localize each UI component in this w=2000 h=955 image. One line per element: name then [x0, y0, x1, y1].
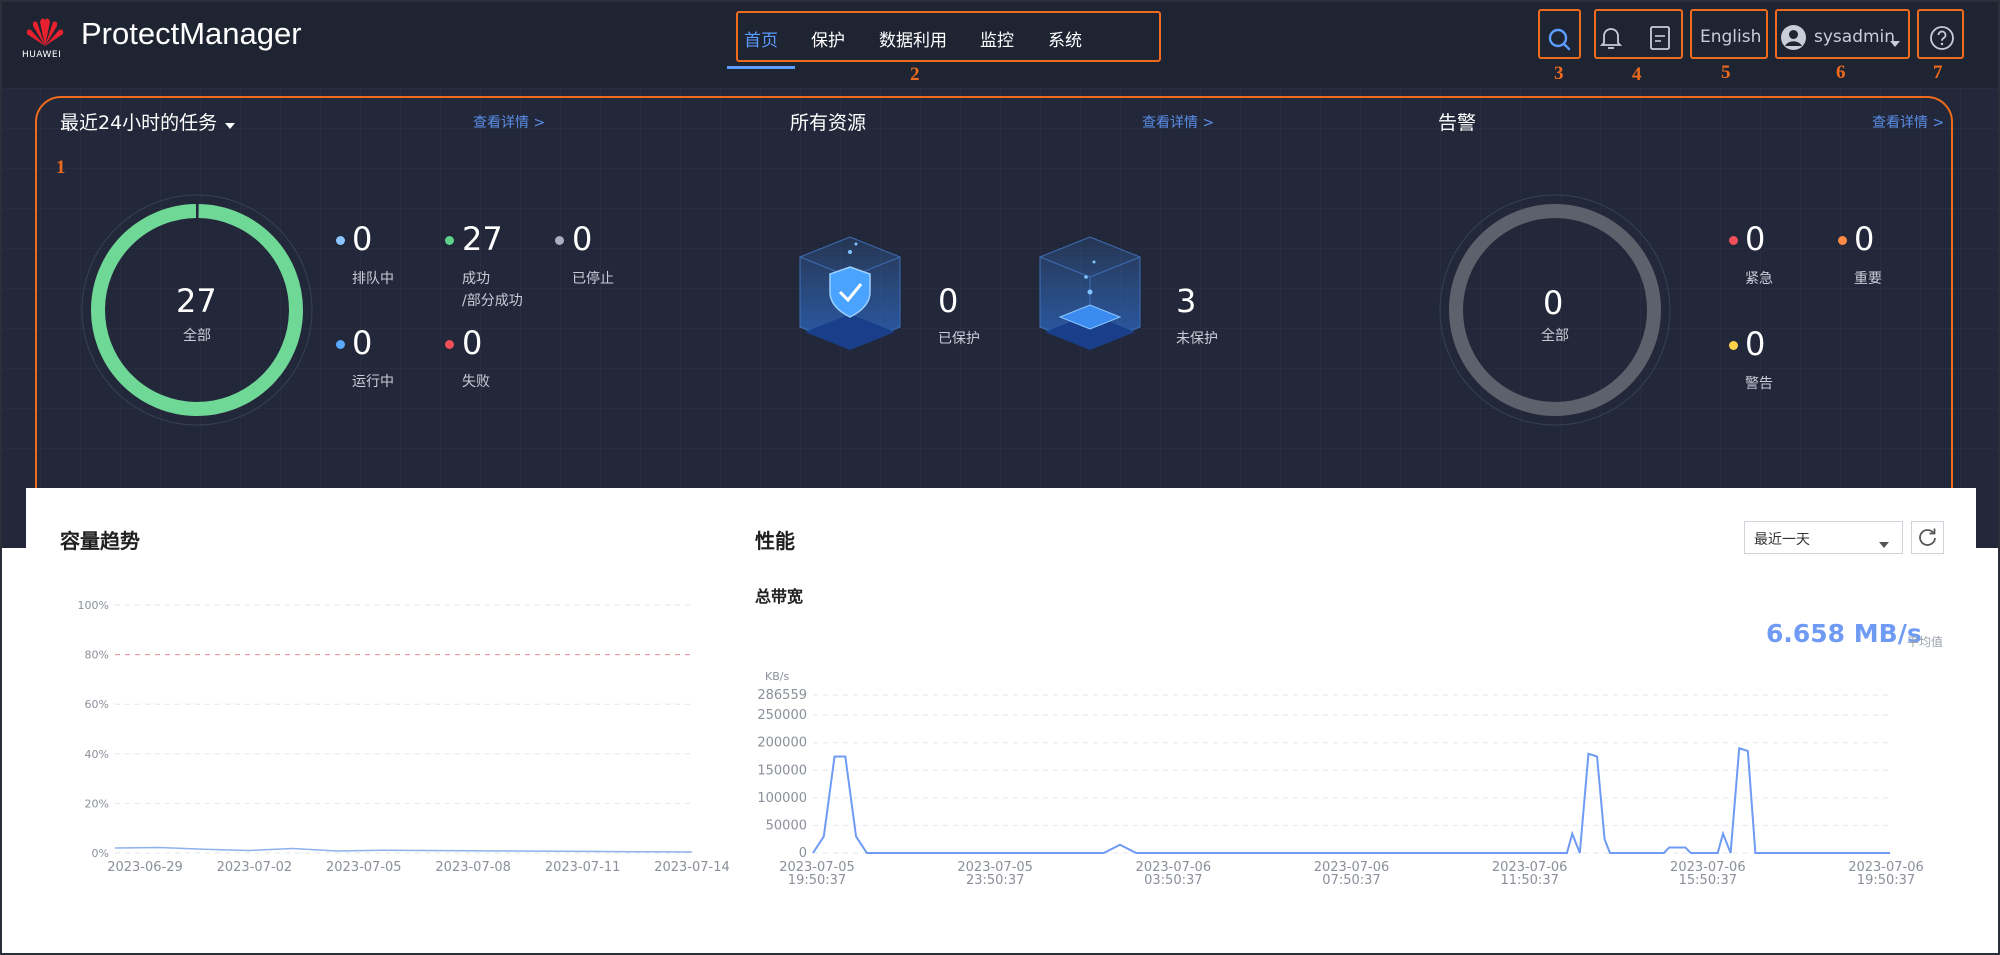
success-dot: [445, 236, 454, 245]
protected-shield-icon: [790, 232, 910, 362]
active-tab-indicator: [727, 66, 795, 69]
tasks-success-value: 27: [462, 220, 503, 258]
queued-dot: [336, 236, 345, 245]
tasks-failed-value: 0: [462, 324, 483, 362]
y-tick-label: 100000: [757, 791, 807, 806]
y-tick-label: 20%: [85, 797, 109, 810]
y-tick-label: 0%: [92, 847, 109, 860]
y-tick-label: 286559: [757, 688, 807, 703]
refresh-button[interactable]: [1911, 521, 1944, 554]
resources-detail-link[interactable]: 查看详情 >: [1142, 112, 1214, 132]
x-tick-time: 15:50:37: [1679, 873, 1737, 888]
capacity-title: 容量趋势: [60, 529, 140, 553]
tasks-stopped-label: 已停止: [572, 271, 614, 287]
warning-dot: [1729, 341, 1738, 350]
callout-box-language: [1690, 9, 1768, 59]
bandwidth-average-value: 6.658 MB/s: [1766, 619, 1922, 648]
x-tick-time: 19:50:37: [1857, 873, 1915, 888]
y-tick-label: 150000: [757, 763, 807, 778]
x-tick-time: 23:50:37: [966, 873, 1024, 888]
callout-label-3: 3: [1554, 63, 1564, 84]
bandwidth-series-line: [812, 746, 1890, 854]
y-tick-label: 200000: [757, 736, 807, 751]
tasks-queued-label: 排队中: [352, 271, 394, 287]
callout-box-user: [1775, 9, 1910, 59]
performance-title: 性能: [755, 529, 795, 553]
x-tick-time: 11:50:37: [1500, 873, 1558, 888]
resources-title: 所有资源: [790, 112, 867, 134]
critical-dot: [1729, 236, 1738, 245]
y-tick-label: 100%: [78, 599, 109, 612]
capacity-trend-chart: 100% 80% 60% 40% 20% 0%2023-06-29 2023-07-02 20…: [78, 599, 730, 875]
time-range-value: 最近一天: [1754, 532, 1810, 548]
x-tick-time: 07:50:37: [1322, 873, 1380, 888]
alarms-detail-link[interactable]: 查看详情 >: [1872, 112, 1944, 132]
callout-label-7: 7: [1933, 62, 1943, 83]
bandwidth-average-label: 平均值: [1907, 635, 1944, 649]
x-tick-label: 2023-07-02: [217, 860, 293, 875]
callout-label-5: 5: [1721, 62, 1731, 83]
alarms-major-label: 重要: [1854, 271, 1882, 287]
y-tick-label: 60%: [85, 698, 109, 711]
unprotected-label: 未保护: [1176, 331, 1218, 347]
bandwidth-subtitle: 总带宽: [755, 587, 804, 606]
protected-label: 已保护: [938, 331, 980, 347]
tasks-detail-link[interactable]: 查看详情 >: [473, 112, 545, 132]
y-tick-label: 80%: [85, 649, 109, 662]
capacity-series-line: [114, 846, 693, 853]
y-tick-label: 40%: [85, 748, 109, 761]
x-tick-label: 2023-07-05: [326, 860, 402, 875]
tasks-success-label: 成功: [462, 271, 490, 287]
brand-text: HUAWEI: [22, 50, 62, 60]
tasks-total: 27: [176, 282, 217, 320]
alarms-critical-value: 0: [1745, 220, 1766, 258]
callout-label-1: 1: [56, 157, 66, 178]
y-axis-unit: KB/s: [765, 670, 789, 683]
x-tick-label: 2023-07-11: [545, 860, 621, 875]
y-tick-label: 0: [799, 846, 807, 861]
alarms-total: 0: [1543, 284, 1564, 322]
callout-box-notifications: [1594, 9, 1683, 59]
protected-value: 0: [938, 282, 959, 320]
x-tick-label: 2023-07-08: [435, 860, 511, 875]
x-tick-label: 2023-06-29: [107, 860, 183, 875]
callout-box-nav: [736, 11, 1161, 62]
x-tick-label: 2023-07-14: [654, 860, 730, 875]
running-dot: [336, 340, 345, 349]
tasks-total-label: 全部: [183, 328, 211, 344]
x-tick-time: 19:50:37: [788, 873, 846, 888]
alarms-critical-label: 紧急: [1745, 271, 1773, 287]
chevron-down-icon[interactable]: [1878, 534, 1890, 553]
alarms-total-label: 全部: [1541, 328, 1569, 344]
tasks-running-value: 0: [352, 324, 373, 362]
caret-down-icon[interactable]: [224, 115, 236, 134]
alarms-major-value: 0: [1854, 220, 1875, 258]
alarms-title: 告警: [1438, 112, 1477, 134]
failed-dot: [445, 340, 454, 349]
stopped-dot: [555, 236, 564, 245]
callout-box-help: [1917, 9, 1964, 59]
tasks-failed-label: 失败: [462, 374, 490, 390]
app-title: ProtectManager: [81, 16, 302, 51]
alarms-warning-label: 警告: [1745, 376, 1773, 392]
tasks-stopped-value: 0: [572, 220, 593, 258]
bandwidth-chart: KB/s 286559 250000 200000 150000 100000 50000 0…: [757, 670, 1923, 888]
refresh-icon: [1919, 528, 1936, 546]
alarms-warning-value: 0: [1745, 325, 1766, 363]
unprotected-value: 3: [1176, 282, 1197, 320]
tasks-queued-value: 0: [352, 220, 373, 258]
y-tick-label: 50000: [766, 818, 807, 833]
x-tick-time: 03:50:37: [1144, 873, 1202, 888]
unprotected-resource-icon: [1030, 232, 1150, 362]
callout-label-4: 4: [1632, 64, 1642, 85]
tasks-partial-success-label: /部分成功: [462, 293, 523, 309]
callout-label-2: 2: [910, 64, 920, 85]
tasks-title[interactable]: 最近24小时的任务: [60, 108, 217, 135]
major-dot: [1838, 236, 1847, 245]
callout-label-6: 6: [1836, 62, 1846, 83]
callout-box-search: [1538, 9, 1581, 59]
tasks-running-label: 运行中: [352, 374, 394, 390]
y-tick-label: 250000: [757, 708, 807, 723]
